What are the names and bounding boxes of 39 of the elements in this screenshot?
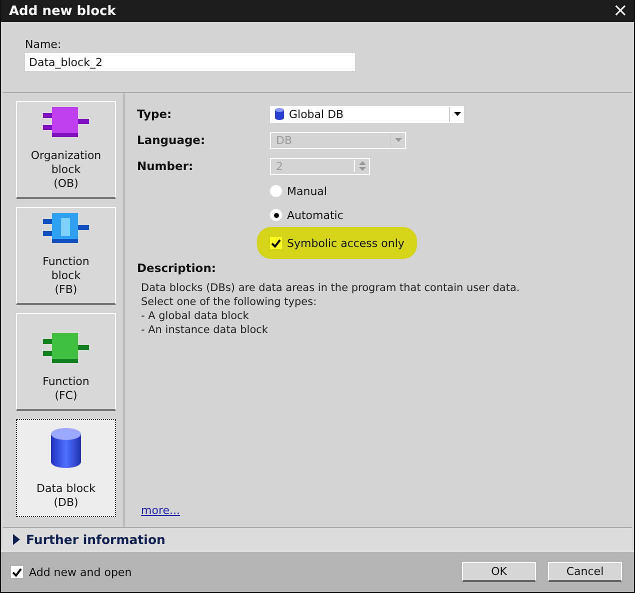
description-text: - An instance data block — [141, 323, 269, 337]
block-icon — [43, 333, 89, 363]
description-text: Select one of the following types: — [141, 295, 318, 309]
description-text: Data blocks (DBs) are data areas in the program that contain user data. — [141, 281, 521, 295]
further-information-bar[interactable]: Further information — [3, 528, 632, 550]
dialog-button[interactable]: OK — [462, 562, 536, 582]
type-label: Type: — [137, 107, 173, 121]
block-type-button[interactable]: Organization block (OB) — [16, 101, 116, 199]
radio-button[interactable] — [270, 185, 282, 197]
radio-label: Manual — [287, 184, 327, 198]
number-label: Number: — [137, 159, 194, 173]
block-type-button[interactable]: Function block (FB) — [16, 207, 116, 305]
language-label: Language: — [137, 133, 206, 147]
dropdown-arrow-icon — [390, 132, 405, 148]
window-title: Add new block — [9, 4, 116, 18]
block-type-button[interactable]: Data block (DB) — [16, 419, 116, 517]
name-field[interactable]: Data_block_2 — [25, 53, 355, 71]
name-label: Name: — [25, 38, 62, 51]
radio-label: Automatic — [287, 208, 344, 222]
close-button[interactable]: × — [610, 1, 630, 21]
checkbox[interactable] — [270, 237, 282, 249]
more-link[interactable]: more... — [141, 504, 180, 517]
radio-button[interactable] — [270, 209, 282, 221]
checkbox-label: Add new and open — [29, 566, 132, 578]
checkbox[interactable] — [11, 566, 23, 578]
block-type-button[interactable]: Function (FC) — [16, 313, 116, 411]
block-icon — [43, 213, 89, 243]
cylinder-icon — [275, 108, 284, 120]
checkbox-label: Symbolic access only — [287, 236, 404, 250]
description-label: Description: — [137, 261, 217, 275]
further-information-label: Further information — [26, 532, 166, 546]
spinner-arrows-icon — [354, 160, 369, 172]
block-icon — [43, 107, 89, 137]
expand-arrow-icon — [13, 534, 20, 544]
dropdown-arrow-icon — [449, 106, 464, 122]
type-dropdown[interactable]: Global DB — [270, 106, 464, 122]
dialog-button[interactable]: Cancel — [548, 562, 622, 582]
description-text: - A global data block — [141, 309, 250, 323]
cylinder-icon — [49, 426, 83, 470]
